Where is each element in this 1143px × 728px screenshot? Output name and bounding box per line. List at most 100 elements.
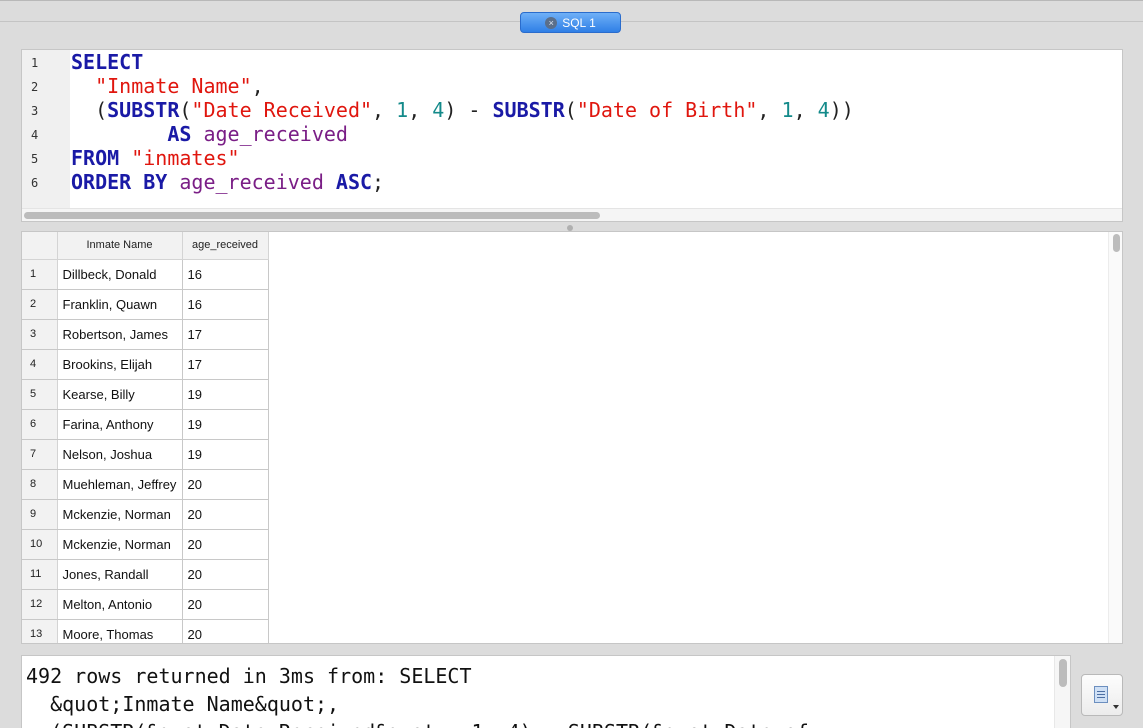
row-index: 9 xyxy=(22,499,58,530)
tab-sql-1[interactable]: × SQL 1 xyxy=(520,12,621,33)
table-row[interactable]: 9 Mckenzie, Norman 20 xyxy=(22,499,269,530)
line-number: 2 xyxy=(31,80,39,94)
table-row[interactable]: 7 Nelson, Joshua 19 xyxy=(22,439,269,470)
results-table: Inmate Name age_received 1 Dillbeck, Dona… xyxy=(22,232,269,643)
code-token: FROM xyxy=(71,146,120,170)
table-row[interactable]: 6 Farina, Anthony 19 xyxy=(22,409,269,440)
results-grid[interactable]: Inmate Name age_received 1 Dillbeck, Dona… xyxy=(21,231,1123,644)
chevron-down-icon xyxy=(1113,705,1119,709)
scrollbar-thumb[interactable] xyxy=(1113,234,1120,252)
table-row[interactable]: 2 Franklin, Quawn 16 xyxy=(22,289,269,320)
code-token: 1 xyxy=(396,98,409,122)
results-vertical-scrollbar[interactable] xyxy=(1108,232,1122,643)
cell-inmate-name[interactable]: Robertson, James xyxy=(57,319,183,350)
code-token: , xyxy=(408,98,433,122)
cell-inmate-name[interactable]: Farina, Anthony xyxy=(57,409,183,440)
row-index: 1 xyxy=(22,259,58,290)
code-token: ( xyxy=(564,98,577,122)
code-token: ASC xyxy=(335,170,373,194)
cell-age-received[interactable]: 17 xyxy=(182,349,269,380)
query-message-pane: 492 rows returned in 3ms from: SELECT &q… xyxy=(21,655,1071,728)
row-index: 7 xyxy=(22,439,58,470)
editor-horizontal-scrollbar[interactable] xyxy=(22,208,1122,221)
export-results-button[interactable] xyxy=(1081,674,1123,716)
table-row[interactable]: 8 Muehleman, Jeffrey 20 xyxy=(22,469,269,500)
cell-age-received[interactable]: 20 xyxy=(182,499,269,530)
table-row[interactable]: 11 Jones, Randall 20 xyxy=(22,559,269,590)
column-header-inmate-name[interactable]: Inmate Name xyxy=(57,232,183,260)
row-index: 8 xyxy=(22,469,58,500)
table-header-row: Inmate Name age_received xyxy=(22,232,269,260)
cell-inmate-name[interactable]: Melton, Antonio xyxy=(57,589,183,620)
cell-inmate-name[interactable]: Franklin, Quawn xyxy=(57,289,183,320)
cell-age-received[interactable]: 19 xyxy=(182,379,269,410)
line-number-gutter: 1 2 3 4 5 6 xyxy=(22,50,70,208)
cell-age-received[interactable]: 20 xyxy=(182,529,269,560)
column-header-age-received[interactable]: age_received xyxy=(182,232,269,260)
code-line: ORDER BY age_received ASC; xyxy=(71,170,384,194)
cell-age-received[interactable]: 20 xyxy=(182,559,269,590)
cell-age-received[interactable]: 20 xyxy=(182,619,269,643)
code-token: 1 xyxy=(781,98,794,122)
table-row[interactable]: 3 Robertson, James 17 xyxy=(22,319,269,350)
table-row[interactable]: 10 Mckenzie, Norman 20 xyxy=(22,529,269,560)
cell-inmate-name[interactable]: Mckenzie, Norman xyxy=(57,499,183,530)
cell-inmate-name[interactable]: Jones, Randall xyxy=(57,559,183,590)
sql-editor[interactable]: 123456 SELECT "Inmate Name", (SUBSTR("Da… xyxy=(21,49,1123,222)
row-index: 10 xyxy=(22,529,58,560)
code-token: ; xyxy=(372,170,385,194)
cell-age-received[interactable]: 20 xyxy=(182,469,269,500)
code-token: , xyxy=(793,98,818,122)
table-row[interactable]: 5 Kearse, Billy 19 xyxy=(22,379,269,410)
code-line: "Inmate Name", xyxy=(71,74,264,98)
cell-age-received[interactable]: 19 xyxy=(182,409,269,440)
cell-inmate-name[interactable]: Muehleman, Jeffrey xyxy=(57,469,183,500)
scrollbar-thumb[interactable] xyxy=(1059,659,1067,687)
cell-age-received[interactable]: 16 xyxy=(182,289,269,320)
query-status-message: 492 rows returned in 3ms from: SELECT &q… xyxy=(26,664,809,728)
line-number: 5 xyxy=(31,152,39,166)
line-number: 1 xyxy=(31,56,39,70)
line-number: 4 xyxy=(31,128,39,142)
cell-inmate-name[interactable]: Nelson, Joshua xyxy=(57,439,183,470)
table-row[interactable]: 13 Moore, Thomas 20 xyxy=(22,619,269,643)
message-vertical-scrollbar[interactable] xyxy=(1054,656,1070,728)
code-line: AS age_received xyxy=(71,122,348,146)
scrollbar-thumb[interactable] xyxy=(24,212,600,219)
cell-age-received[interactable]: 20 xyxy=(182,589,269,620)
row-index-header xyxy=(22,232,58,260)
cell-inmate-name[interactable]: Moore, Thomas xyxy=(57,619,183,643)
table-row[interactable]: 1 Dillbeck, Donald 16 xyxy=(22,259,269,290)
cell-inmate-name[interactable]: Mckenzie, Norman xyxy=(57,529,183,560)
code-token: SUBSTR xyxy=(107,98,180,122)
table-row[interactable]: 12 Melton, Antonio 20 xyxy=(22,589,269,620)
cell-inmate-name[interactable]: Brookins, Elijah xyxy=(57,349,183,380)
line-number: 3 xyxy=(31,104,39,118)
row-index: 13 xyxy=(22,619,58,643)
code-token: , xyxy=(251,74,264,98)
code-token: , xyxy=(372,98,397,122)
code-line: SELECT xyxy=(71,50,143,74)
code-token: ( xyxy=(179,98,192,122)
row-index: 11 xyxy=(22,559,58,590)
row-index: 6 xyxy=(22,409,58,440)
tab-label: SQL 1 xyxy=(562,15,596,30)
cell-inmate-name[interactable]: Dillbeck, Donald xyxy=(57,259,183,290)
table-row[interactable]: 4 Brookins, Elijah 17 xyxy=(22,349,269,380)
code-line: FROM "inmates" xyxy=(71,146,240,170)
code-token: ( xyxy=(71,98,108,122)
code-token: 4 xyxy=(432,98,445,122)
cell-age-received[interactable]: 17 xyxy=(182,319,269,350)
code-token: ORDER BY xyxy=(71,170,168,194)
cell-inmate-name[interactable]: Kearse, Billy xyxy=(57,379,183,410)
code-token: "Date of Birth" xyxy=(576,98,758,122)
cell-age-received[interactable]: 16 xyxy=(182,259,269,290)
row-index: 12 xyxy=(22,589,58,620)
close-icon[interactable]: × xyxy=(545,16,558,29)
cell-age-received[interactable]: 19 xyxy=(182,439,269,470)
row-index: 3 xyxy=(22,319,58,350)
